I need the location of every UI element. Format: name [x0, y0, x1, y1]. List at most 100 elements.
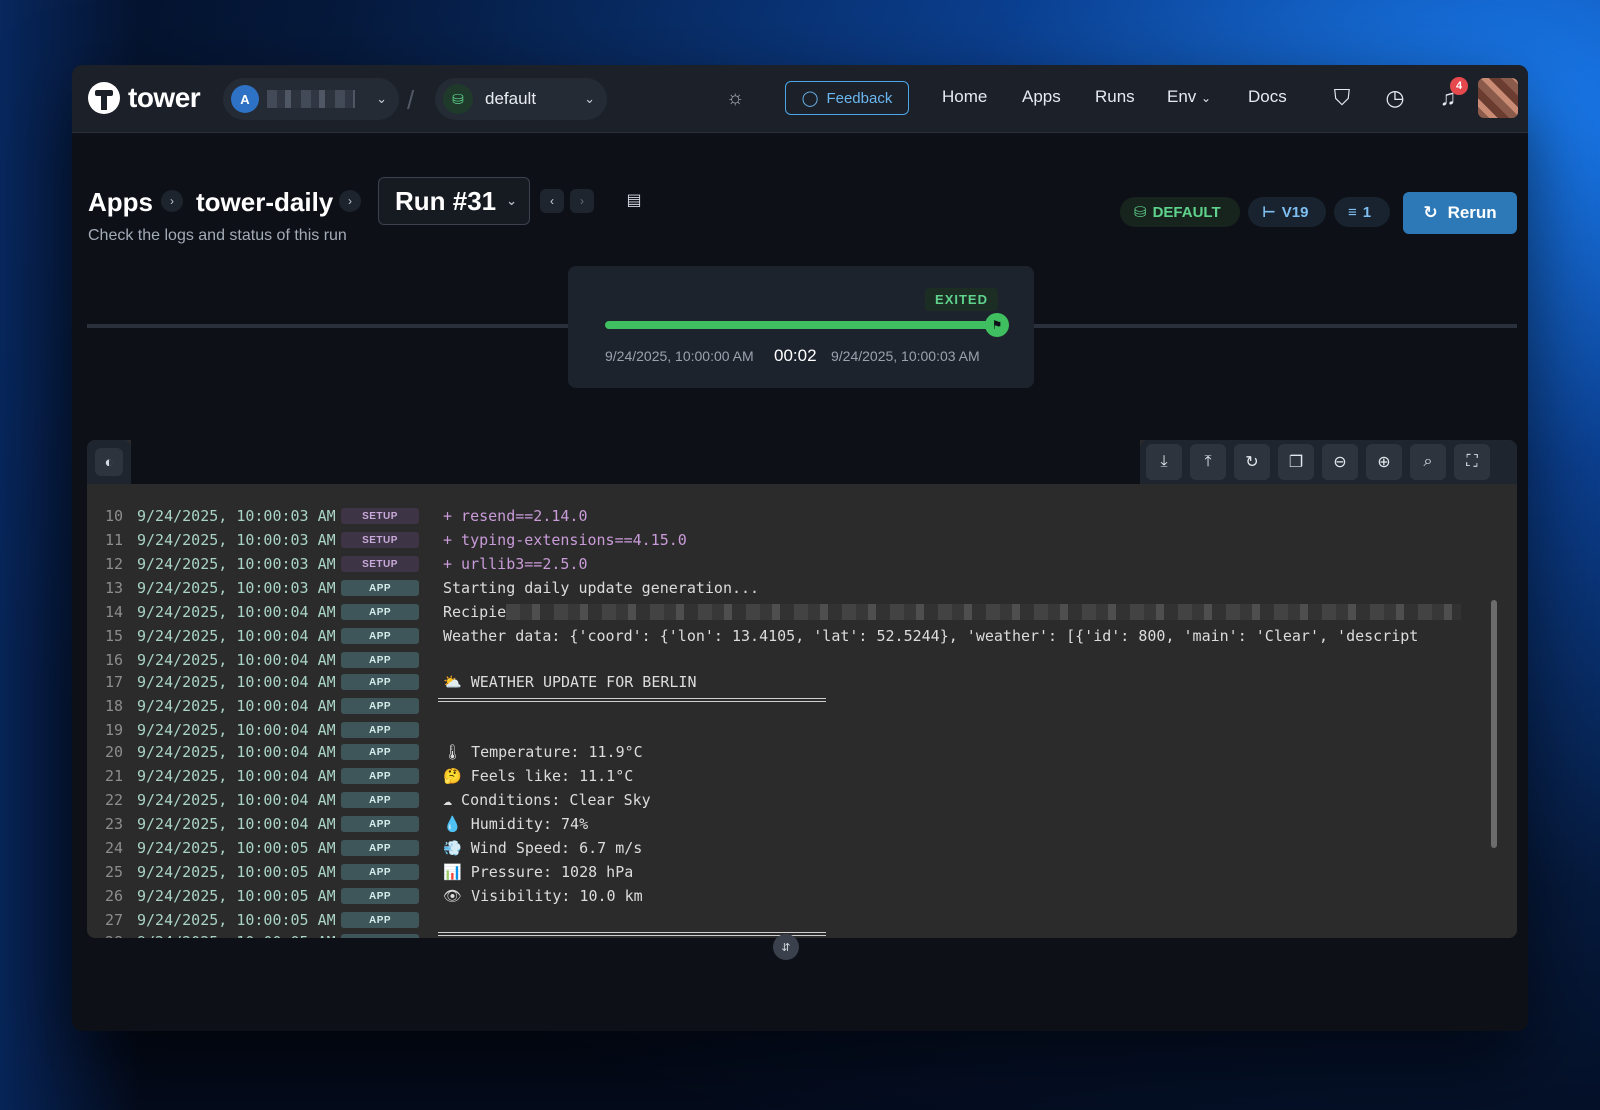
log-row: 24 9/24/2025, 10:00:05 AM APP 💨 Wind Speed:…: [87, 836, 642, 860]
log-timestamp: 9/24/2025, 10:00:05 AM: [137, 863, 336, 881]
chevron-right-icon: ›: [339, 190, 361, 212]
scroll-to-top-icon[interactable]: ⤒: [1190, 444, 1226, 480]
log-row: 12 9/24/2025, 10:00:03 AM SETUP + urllib3=…: [87, 552, 588, 576]
log-row: 20 9/24/2025, 10:00:04 AM APP 🌡 Temperature…: [87, 740, 643, 764]
log-message: 🤔 Feels like: 11.1°C: [443, 767, 634, 785]
breadcrumb-apps[interactable]: Apps: [88, 187, 153, 218]
log-message: Recipie: [443, 603, 507, 621]
log-level-badge: APP: [341, 912, 419, 928]
next-run-button[interactable]: ›: [570, 189, 594, 213]
rerun-button[interactable]: ↻ Rerun: [1403, 192, 1517, 234]
log-line-number: 17: [104, 673, 123, 691]
log-level-badge: SETUP: [341, 508, 419, 524]
log-level-badge: APP: [341, 816, 419, 832]
log-timestamp: 9/24/2025, 10:00:03 AM: [137, 579, 336, 597]
palette-icon[interactable]: ◐: [95, 448, 123, 476]
organization-selector[interactable]: A ⌄: [223, 78, 399, 120]
clock-icon[interactable]: ◷: [1380, 83, 1410, 113]
log-header-spacer: [131, 440, 1140, 484]
nav-apps[interactable]: Apps: [1022, 87, 1061, 107]
log-line-number: 13: [104, 579, 123, 597]
nav-env[interactable]: Env ⌄: [1167, 87, 1211, 107]
sliders-icon: ≡: [1348, 203, 1357, 221]
log-message: 👁 Visibility: 10.0 km: [443, 887, 643, 905]
log-line-number: 23: [104, 815, 123, 833]
nav-env-label: Env: [1167, 87, 1197, 106]
log-message: Weather data: {'coord': {'lon': 13.4105,…: [443, 627, 1419, 645]
zoom-in-icon[interactable]: ⊕: [1366, 444, 1402, 480]
log-timestamp: 9/24/2025, 10:00:04 AM: [137, 791, 336, 809]
user-avatar[interactable]: [1478, 78, 1518, 118]
log-level-badge: APP: [341, 698, 419, 714]
previous-run-button[interactable]: ‹: [540, 189, 564, 213]
log-separator-rule: [438, 932, 826, 936]
nav-home[interactable]: Home: [942, 87, 987, 107]
log-level-badge: APP: [341, 652, 419, 668]
run-details-icon[interactable]: ▤: [623, 189, 645, 211]
nav-docs[interactable]: Docs: [1248, 87, 1287, 107]
refresh-icon[interactable]: ↻: [1234, 444, 1270, 480]
log-row: 17 9/24/2025, 10:00:04 AM APP ⛅ WEATHER UPD…: [87, 670, 697, 694]
log-level-badge: APP: [341, 840, 419, 856]
parameters-tag-count: 1: [1362, 203, 1372, 221]
refresh-icon: ↻: [1423, 203, 1438, 222]
log-line-number: 26: [104, 887, 123, 905]
chevron-down-icon: ⌄: [376, 91, 387, 106]
run-progress-bar: ⚑: [605, 313, 1009, 337]
log-timestamp: 9/24/2025, 10:00:04 AM: [137, 721, 336, 739]
log-timestamp: 9/24/2025, 10:00:05 AM: [137, 911, 336, 929]
log-line-number: 18: [104, 697, 123, 715]
run-duration: 00:02: [774, 346, 817, 365]
brand-logo[interactable]: tower: [88, 82, 201, 114]
log-line-number: 15: [104, 627, 123, 645]
copy-icon[interactable]: ❐: [1278, 444, 1314, 480]
log-level-badge: APP: [341, 744, 419, 760]
log-message: + urllib3==2.5.0: [443, 555, 588, 573]
bucket-icon: ⛁: [443, 84, 473, 114]
run-selector[interactable]: Run #31 ⌄: [378, 177, 530, 225]
feedback-button[interactable]: ◯ Feedback: [785, 81, 909, 115]
reset-zoom-icon[interactable]: ⌕: [1410, 444, 1446, 480]
environment-selector[interactable]: ⛁ default ⌄: [435, 78, 607, 120]
log-scrollbar[interactable]: [1491, 600, 1497, 848]
log-timestamp: 9/24/2025, 10:00:03 AM: [137, 531, 336, 549]
log-row: 14 9/24/2025, 10:00:04 AM APP Recipie: [87, 600, 1462, 624]
log-message: 🌡 Temperature: 11.9°C: [443, 743, 643, 761]
download-icon[interactable]: ⤓: [1146, 444, 1182, 480]
chevron-down-icon: ⌄: [506, 193, 517, 208]
log-timestamp: 9/24/2025, 10:00:04 AM: [137, 627, 336, 645]
notification-badge: 4: [1450, 77, 1468, 95]
log-message: 💧 Humidity: 74%: [443, 815, 589, 833]
breadcrumb-app[interactable]: tower-daily: [196, 187, 333, 218]
log-timestamp: 9/24/2025, 10:00:05 AM: [137, 933, 336, 938]
flag-icon: ⚑: [985, 313, 1009, 337]
log-timestamp: 9/24/2025, 10:00:03 AM: [137, 555, 336, 573]
log-lines: 10 9/24/2025, 10:00:03 AM SETUP + resend==…: [87, 484, 1497, 938]
log-timestamp: 9/24/2025, 10:00:04 AM: [137, 673, 336, 691]
log-line-number: 16: [104, 651, 123, 669]
log-timestamp: 9/24/2025, 10:00:03 AM: [137, 507, 336, 525]
chevron-down-icon: ⌄: [584, 91, 595, 106]
log-timestamp: 9/24/2025, 10:00:04 AM: [137, 651, 336, 669]
log-message: + resend==2.14.0: [443, 507, 588, 525]
log-theme-area: ◐: [87, 440, 131, 484]
chevron-down-icon: ⌄: [1201, 91, 1212, 105]
run-start-time: 9/24/2025, 10:00:00 AM: [605, 348, 754, 364]
zoom-out-icon[interactable]: ⊖: [1322, 444, 1358, 480]
log-message: ⛅ WEATHER UPDATE FOR BERLIN: [443, 673, 697, 691]
log-line-number: 24: [104, 839, 123, 857]
shield-icon[interactable]: ⛉: [1327, 83, 1357, 113]
resize-handle-icon[interactable]: ⇵: [773, 934, 799, 960]
branch-icon: ⊢: [1262, 204, 1276, 221]
theme-toggle-sun-icon[interactable]: ☼: [726, 87, 744, 110]
redacted-org-name: [267, 90, 355, 108]
log-line-number: 12: [104, 555, 123, 573]
rerun-label: Rerun: [1447, 203, 1497, 222]
log-timestamp: 9/24/2025, 10:00:04 AM: [137, 697, 336, 715]
nav-runs[interactable]: Runs: [1095, 87, 1135, 107]
log-timestamp: 9/24/2025, 10:00:05 AM: [137, 887, 336, 905]
fullscreen-icon[interactable]: ⛶: [1454, 444, 1490, 480]
top-navigation-bar: tower A ⌄ / ⛁ default ⌄ ☼ ◯ Feedback Hom…: [72, 65, 1528, 133]
log-line-number: 19: [104, 721, 123, 739]
log-level-badge: APP: [341, 628, 419, 644]
